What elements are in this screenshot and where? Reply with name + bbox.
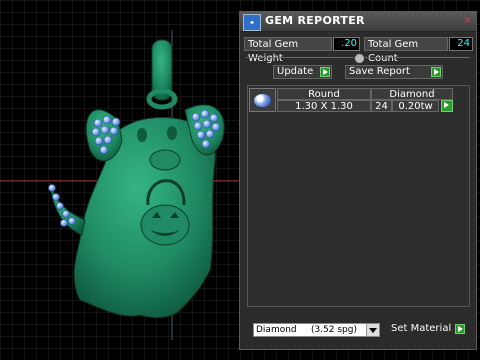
- panel-title: GEM REPORTER: [265, 14, 365, 27]
- material-select[interactable]: Diamond (3.52 spg): [253, 323, 380, 337]
- right-eye: [167, 126, 177, 140]
- app-logo-icon: ◆: [243, 14, 261, 31]
- close-icon[interactable]: ✕: [462, 16, 473, 27]
- gem-shape-cell: Round: [277, 88, 371, 100]
- save-report-button-label: Save Report: [349, 66, 410, 77]
- save-report-button[interactable]: Save Report: [345, 65, 443, 79]
- total-gem-count-value: 24: [449, 37, 473, 51]
- left-eye: [137, 128, 147, 142]
- gem-material-cell: Diamond: [371, 88, 453, 100]
- total-gem-weight-label: Total Gem Weight: [244, 37, 332, 64]
- chevron-down-icon: [366, 324, 379, 336]
- snout: [149, 149, 181, 171]
- total-gem-weight-value: .20: [333, 37, 360, 51]
- gem-list: Round Diamond 1.30 X 1.30 24 0.20tw: [247, 85, 470, 307]
- set-material-go-icon: [455, 324, 465, 334]
- gem-row-go-button[interactable]: [440, 100, 453, 112]
- gem-count-cell: 24: [371, 100, 392, 112]
- set-material-button[interactable]: Set Material: [388, 323, 466, 337]
- round-gem-icon: [249, 88, 276, 112]
- splitter-knob[interactable]: [354, 53, 365, 64]
- gem-row-go-icon: [441, 100, 453, 112]
- update-button[interactable]: Update: [273, 65, 332, 79]
- material-select-value: Diamond (3.52 spg): [256, 325, 357, 335]
- jack-o-lantern: [140, 204, 190, 246]
- update-button-label: Update: [277, 66, 314, 77]
- update-go-icon: [320, 67, 330, 77]
- gem-reporter-panel: ◆ GEM REPORTER ✕ Total Gem Weight .20 To…: [239, 11, 477, 350]
- gem-weight-cell: 0.20tw: [392, 100, 439, 112]
- gem-size-cell: 1.30 X 1.30: [277, 100, 371, 112]
- gem-row[interactable]: Round Diamond 1.30 X 1.30 24 0.20tw: [248, 86, 469, 114]
- save-report-go-icon: [431, 67, 441, 77]
- panel-titlebar[interactable]: ◆ GEM REPORTER ✕: [240, 12, 476, 32]
- total-gem-count-label: Total Gem Count: [364, 37, 448, 64]
- set-material-button-label: Set Material: [391, 323, 452, 334]
